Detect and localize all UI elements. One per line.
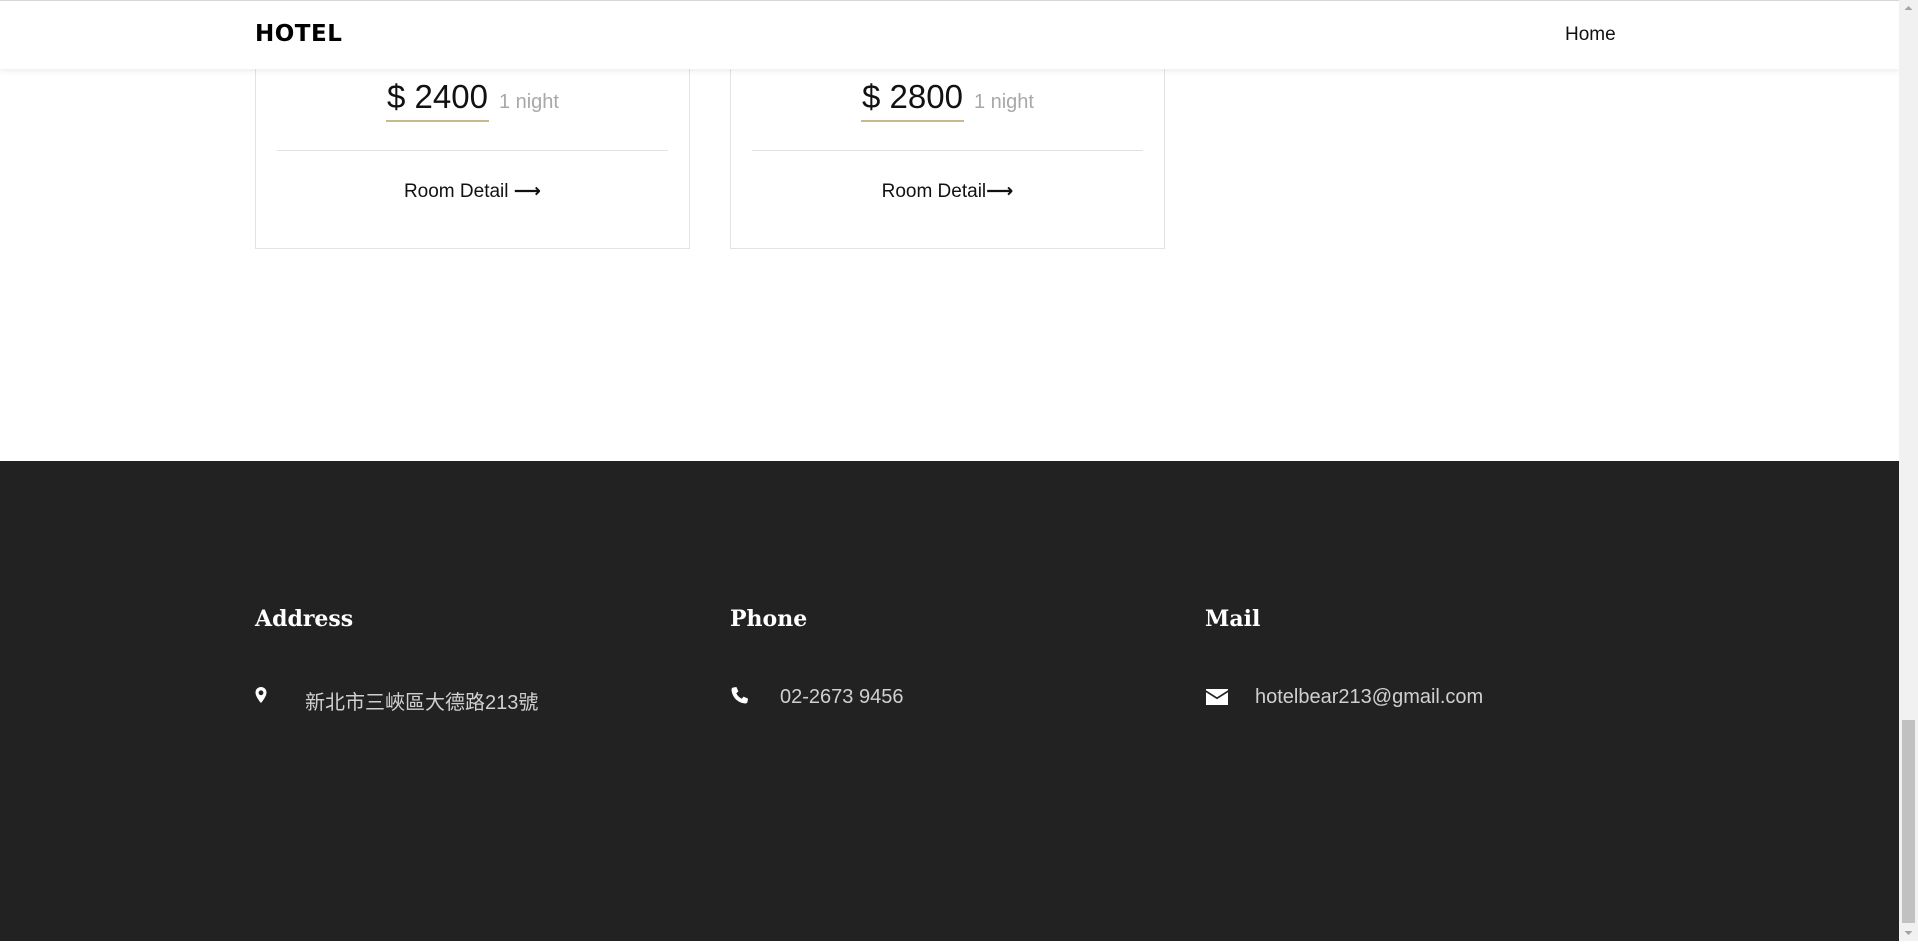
price-period: 1 night [498, 91, 559, 113]
phone-icon [730, 686, 756, 710]
footer-phone-title: Phone [730, 606, 808, 632]
nav-link-home[interactable]: Home [1565, 24, 1616, 46]
footer-mail-text[interactable]: hotelbear213@gmail.com [1255, 686, 1483, 709]
room-detail-link[interactable]: Room Detail⟶ [731, 180, 1164, 203]
footer-address-title: Address [255, 606, 354, 632]
room-card: $ 2800 1 night Room Detail⟶ [730, 40, 1165, 249]
price-row: $ 2800 1 night [731, 78, 1164, 122]
footer: Address 新北市三峽區大德路213號 Phone 02-2673 9456 [0, 461, 1899, 941]
footer-phone-text[interactable]: 02-2673 9456 [780, 686, 903, 709]
brand-logo[interactable]: HOTEL [255, 21, 342, 47]
price-period: 1 night [973, 91, 1034, 113]
card-divider [277, 150, 668, 151]
scrollbar-thumb[interactable] [1902, 720, 1915, 923]
footer-phone-row: 02-2673 9456 [730, 684, 1150, 714]
footer-address-text: 新北市三峽區大德路213號 [305, 692, 539, 714]
map-marker-icon [255, 686, 281, 710]
room-price: $ 2400 [386, 78, 489, 122]
footer-mail-title: Mail [1205, 606, 1261, 632]
card-divider [752, 150, 1143, 151]
footer-address-section: Address 新北市三峽區大德路213號 [255, 604, 675, 714]
footer-phone-section: Phone 02-2673 9456 [730, 604, 1150, 708]
footer-mail-row: hotelbear213@gmail.com [1205, 684, 1625, 714]
envelope-icon [1205, 686, 1231, 710]
arrow-right-icon: ⟶ [513, 181, 542, 202]
price-row: $ 2400 1 night [256, 78, 689, 122]
scroll-up-arrow-icon[interactable] [1899, 0, 1918, 17]
navbar: HOTEL Home [0, 0, 1899, 69]
footer-mail-section: Mail hotelbear213@gmail.com [1205, 604, 1625, 708]
room-card: $ 2400 1 night Room Detail ⟶ [255, 40, 690, 249]
footer-address-row: 新北市三峽區大德路213號 [255, 684, 675, 714]
room-detail-link[interactable]: Room Detail ⟶ [256, 180, 689, 203]
scroll-down-arrow-icon[interactable] [1899, 924, 1918, 941]
room-detail-label: Room Detail [881, 181, 987, 202]
room-detail-label: Room Detail [403, 181, 514, 202]
arrow-right-icon: ⟶ [986, 181, 1014, 202]
room-price: $ 2800 [861, 78, 964, 122]
vertical-scrollbar[interactable] [1899, 0, 1918, 941]
page-viewport: $ 2400 1 night Room Detail ⟶ $ 2800 1 nigh… [0, 0, 1899, 941]
